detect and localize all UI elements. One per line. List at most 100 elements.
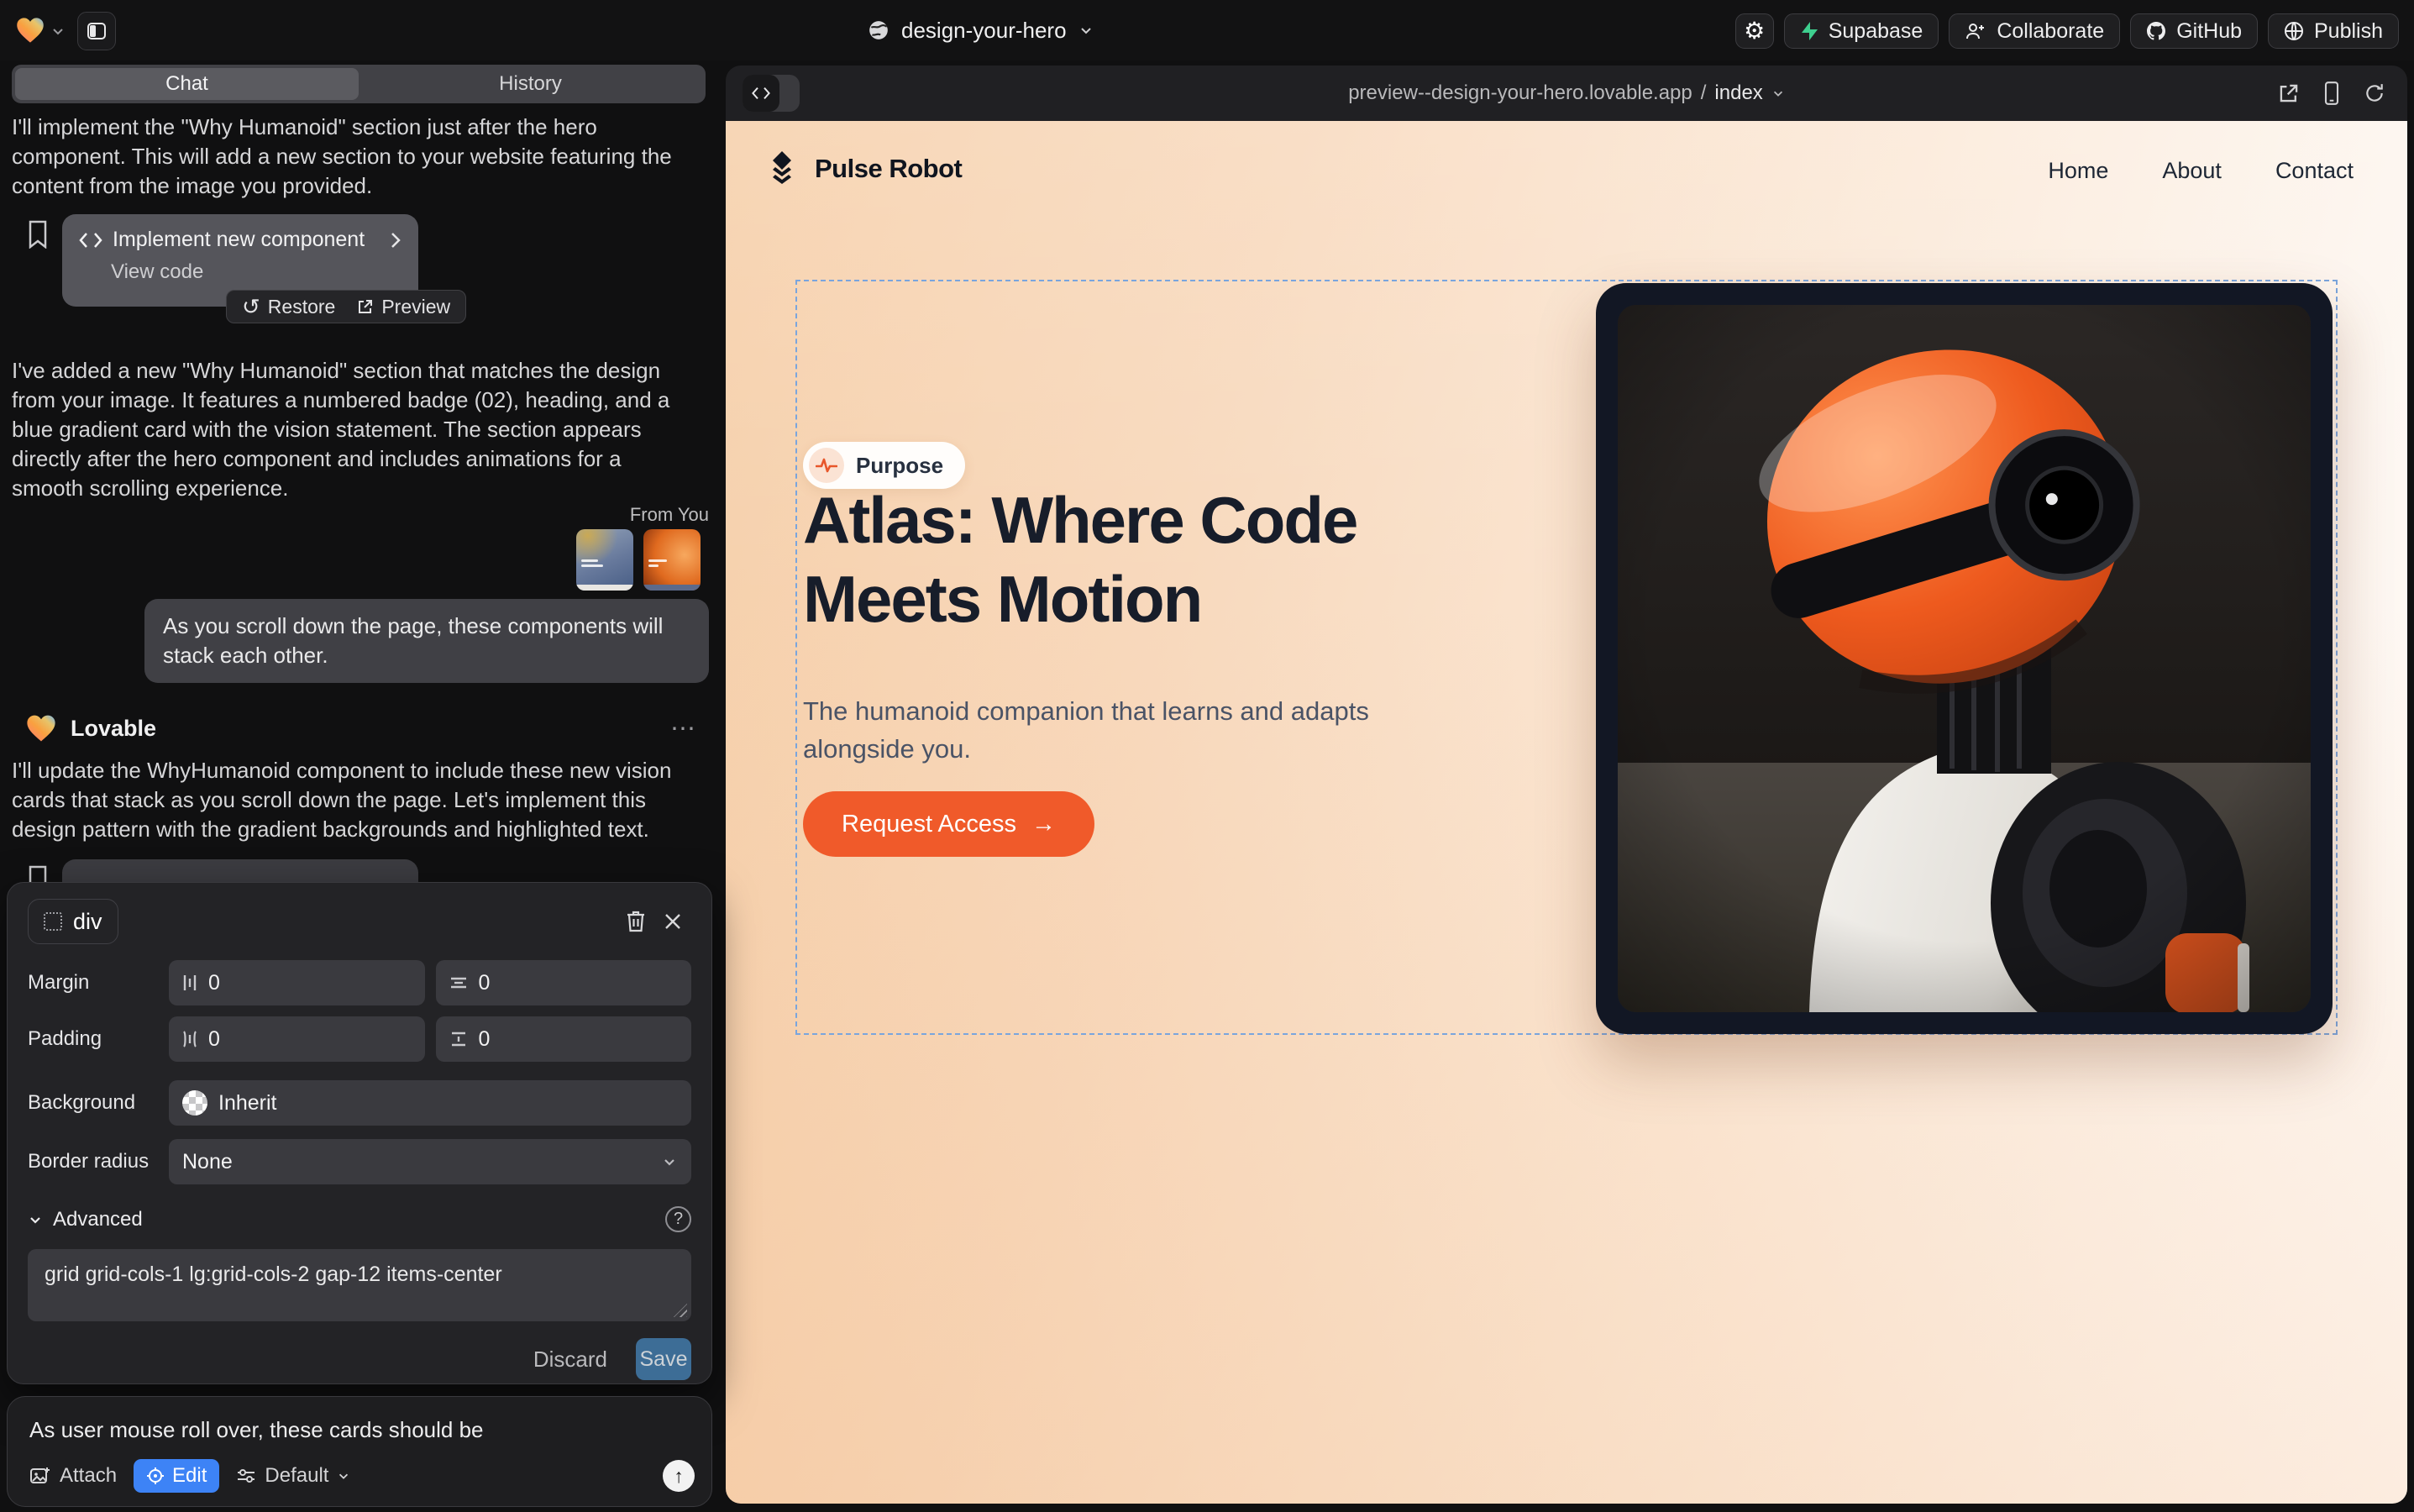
logo-chevron-down-icon[interactable] [50,24,66,39]
hero-image-card [1596,283,2333,1034]
attach-image-icon [29,1466,51,1486]
assistant-message-1: I'll implement the "Why Humanoid" sectio… [12,113,689,201]
project-chevron-down-icon [1078,23,1094,38]
supabase-button[interactable]: Supabase [1784,13,1939,49]
publish-button[interactable]: Publish [2268,13,2399,49]
gear-icon: ⚙ [1744,19,1765,43]
publish-globe-icon [2284,21,2304,41]
top-bar: design-your-hero ⚙ Supabase Collaborate … [0,0,2414,60]
collaborate-icon [1965,21,1986,41]
chevron-down-icon [337,1469,350,1483]
composer-text[interactable]: As user mouse roll over, these cards sho… [29,1417,690,1443]
margin-y-input[interactable]: 0 [436,960,692,1005]
advanced-toggle[interactable]: Advanced ? [28,1206,691,1232]
component-card-title: Implement new component [113,228,380,252]
preview-page: index [1714,81,1762,105]
help-icon[interactable]: ? [665,1206,691,1232]
transparency-swatch-icon [182,1090,207,1116]
padding-vertical-icon [449,1032,468,1047]
restore-button[interactable]: ↺ Restore [242,296,335,318]
chevron-down-icon [28,1212,43,1227]
attachment-thumbnail-blue[interactable] [576,529,633,591]
settings-button[interactable]: ⚙ [1735,13,1774,49]
chat-panel: Chat History I'll implement the "Why Hum… [7,60,716,1512]
close-icon [663,911,683,932]
margin-horizontal-icon [182,974,197,992]
assistant-message-2: I've added a new "Why Humanoid" section … [12,356,689,503]
padding-label: Padding [28,1027,169,1051]
refresh-icon[interactable] [2364,82,2385,104]
chevron-down-icon [1771,87,1785,100]
background-label: Background [28,1091,169,1115]
save-button[interactable]: Save [636,1338,691,1380]
chevron-down-icon [661,1153,678,1170]
padding-horizontal-icon [182,1030,197,1048]
restore-icon: ↺ [242,296,260,318]
background-input[interactable]: Inherit [169,1080,691,1126]
pulse-icon [816,458,837,473]
nav-contact[interactable]: Contact [2275,158,2354,184]
external-link-icon [357,298,374,315]
view-code-link[interactable]: View code [111,260,401,284]
collaborate-button[interactable]: Collaborate [1949,13,2120,49]
open-external-icon[interactable] [2278,82,2300,104]
trash-icon [625,910,647,933]
robot-image [1618,305,2311,1012]
sliders-icon [236,1467,256,1484]
from-you-label: From You [630,504,709,526]
site-logo[interactable]: Pulse Robot [763,150,962,188]
site-nav: Home About Contact [2048,158,2354,184]
discard-button[interactable]: Discard [533,1347,607,1373]
pulse-robot-logo-icon [763,150,801,188]
delete-element-button[interactable] [617,903,654,940]
assistant-header-row: Lovable ⋯ [25,710,697,747]
chat-history-tabs: Chat History [12,65,706,103]
preview-viewport: Pulse Robot Home About Contact Purpose A… [726,121,2407,1504]
project-switcher[interactable]: design-your-hero [868,0,1094,60]
tab-chat[interactable]: Chat [15,68,359,100]
topbar-actions: ⚙ Supabase Collaborate GitHub Publish [1735,13,2399,49]
chat-composer[interactable]: As user mouse roll over, these cards sho… [7,1396,712,1507]
border-radius-select[interactable]: None [169,1139,691,1184]
panel-left-icon [87,21,107,41]
preview-button[interactable]: Preview [357,296,450,318]
lovable-avatar [25,712,57,744]
tab-history[interactable]: History [359,68,702,100]
close-inspector-button[interactable] [654,903,691,940]
bookmark-icon[interactable] [27,220,49,249]
hero-subheading: The humanoid companion that learns and a… [803,692,1391,768]
send-arrow-icon: ↑ [674,1465,684,1488]
globe-icon [868,19,890,41]
margin-vertical-icon [449,975,468,990]
mode-select[interactable]: Default [236,1464,350,1488]
margin-x-input[interactable]: 0 [169,960,425,1005]
padding-x-input[interactable]: 0 [169,1016,425,1062]
classes-textarea[interactable]: grid grid-cols-1 lg:grid-cols-2 gap-12 i… [28,1249,691,1321]
user-message-bubble: As you scroll down the page, these compo… [144,599,709,683]
padding-y-input[interactable]: 0 [436,1016,692,1062]
preview-toolbar: preview--design-your-hero.lovable.app / … [726,66,2407,121]
send-button[interactable]: ↑ [663,1460,695,1492]
preview-host: preview--design-your-hero.lovable.app [1348,81,1692,105]
github-button[interactable]: GitHub [2130,13,2258,49]
attach-button[interactable]: Attach [29,1464,117,1488]
github-icon [2146,21,2166,41]
project-name: design-your-hero [901,18,1067,44]
chevron-right-icon [390,232,401,249]
edit-mode-button[interactable]: Edit [134,1459,219,1493]
selected-element-badge[interactable]: div [28,899,118,944]
attachment-thumbnail-orange[interactable] [643,529,701,591]
lovable-logo-icon[interactable] [15,15,45,45]
restore-preview-popover: ↺ Restore Preview [226,290,466,323]
request-access-button[interactable]: Request Access → [803,791,1094,857]
sidebar-toggle-button[interactable] [77,12,116,50]
hero-heading: Atlas: Where Code Meets Motion [803,480,1357,638]
code-icon [79,232,102,249]
preview-window: preview--design-your-hero.lovable.app / … [726,66,2407,1504]
preview-url-bar[interactable]: preview--design-your-hero.lovable.app / … [726,66,2407,121]
mobile-view-icon[interactable] [2323,81,2340,105]
message-menu-icon[interactable]: ⋯ [670,714,697,743]
nav-about[interactable]: About [2162,158,2222,184]
target-icon [146,1467,165,1485]
nav-home[interactable]: Home [2048,158,2108,184]
